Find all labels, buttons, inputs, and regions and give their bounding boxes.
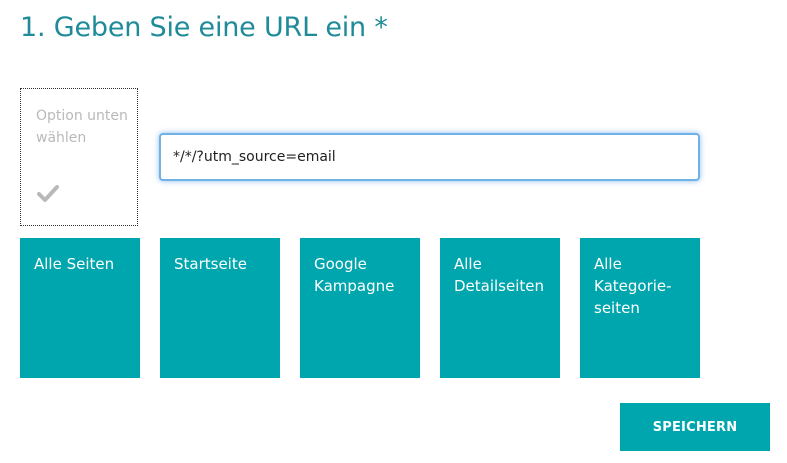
tile-google-kampagne[interactable]: Google Kampagne xyxy=(300,238,420,378)
tile-label: Alle Seiten xyxy=(34,255,115,273)
tile-label: Alle Detailseiten xyxy=(454,255,545,295)
tile-label: Startseite xyxy=(174,255,247,273)
select-option-card[interactable]: Option unten wählen xyxy=(20,88,138,226)
tile-label: Alle Kategorie- seiten xyxy=(594,255,672,317)
tile-label: Google Kampagne xyxy=(314,255,395,295)
tile-startseite[interactable]: Startseite xyxy=(160,238,280,378)
tile-alle-detailseiten[interactable]: Alle Detailseiten xyxy=(440,238,560,378)
option-card-label: Option unten wählen xyxy=(36,108,128,146)
url-input[interactable] xyxy=(159,133,700,181)
tile-alle-kategorieseiten[interactable]: Alle Kategorie- seiten xyxy=(580,238,700,378)
save-button[interactable]: SPEICHERN xyxy=(620,403,770,451)
page-title: 1. Geben Sie eine URL ein * xyxy=(20,12,388,43)
tile-alle-seiten[interactable]: Alle Seiten xyxy=(20,238,140,378)
check-icon xyxy=(37,185,59,202)
